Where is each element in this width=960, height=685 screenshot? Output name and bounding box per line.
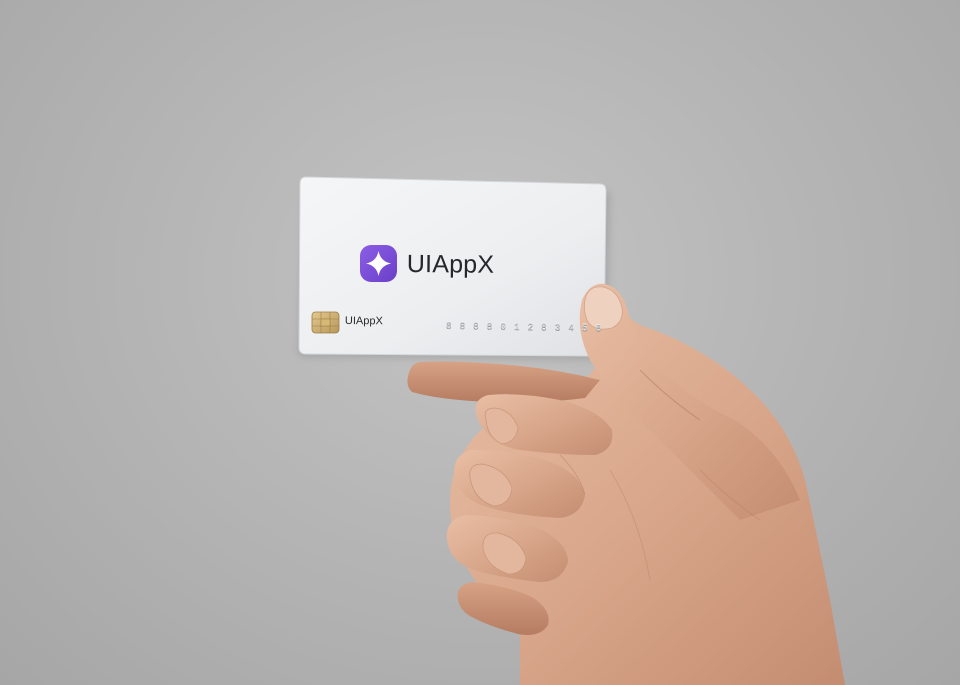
chip-icon (311, 311, 340, 334)
card-brand-name: UIAppX (406, 250, 495, 279)
card-chip-label: UIAppX (344, 315, 383, 328)
photo-art (298, 176, 845, 685)
four-point-star-icon (360, 245, 397, 282)
photo-scene: UIAppX UIAppX 8 8 8 8 0 1 2 8 3 4 5 6 (0, 0, 960, 685)
